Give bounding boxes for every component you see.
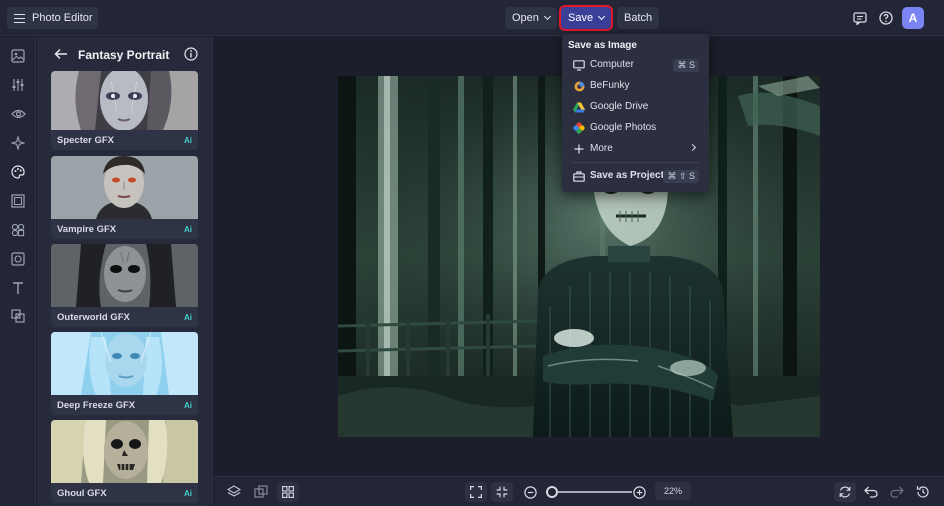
panel-header: Fantasy Portrait — [37, 37, 212, 71]
open-button[interactable]: Open — [505, 7, 557, 29]
fit-screen-button[interactable] — [465, 482, 487, 502]
effect-card-label: Outerworld GFX — [57, 311, 130, 323]
batch-label: Batch — [624, 12, 653, 24]
artsy-palette-icon[interactable] — [9, 163, 27, 181]
save-computer-label: Computer — [590, 59, 634, 70]
effect-thumbnail — [51, 420, 198, 483]
actual-size-button[interactable] — [491, 482, 513, 502]
save-more-label: More — [590, 143, 613, 154]
redo-icon[interactable] — [889, 484, 905, 500]
effect-card-label: Specter GFX — [57, 134, 115, 146]
plus-icon — [573, 143, 585, 155]
graphics-icon[interactable] — [9, 221, 27, 239]
effect-thumbnail — [51, 156, 198, 219]
grid-icon — [282, 486, 294, 498]
zoom-slider-track[interactable] — [548, 491, 632, 493]
effect-card-vampire[interactable]: Vampire GFX Ai — [51, 156, 198, 239]
ai-badge: Ai — [184, 135, 192, 145]
layers-icon[interactable] — [226, 484, 242, 500]
info-icon[interactable] — [184, 47, 198, 61]
overlay-icon[interactable] — [9, 250, 27, 268]
frame-icon[interactable] — [9, 192, 27, 210]
shrink-icon — [496, 486, 508, 498]
google-photos-icon — [573, 122, 585, 134]
ai-badge: Ai — [184, 312, 192, 322]
chevron-down-icon — [543, 12, 551, 21]
ai-badge: Ai — [184, 488, 192, 498]
save-google-drive-item[interactable]: Google Drive — [562, 97, 709, 117]
briefcase-icon — [573, 170, 585, 182]
app-title: Photo Editor — [32, 12, 93, 24]
save-as-project-item[interactable]: Save as Project ⌘ ⇧ S — [562, 166, 709, 186]
menu-divider — [572, 162, 699, 163]
effects-panel: Fantasy Portrait Specter GFX Ai Vampire … — [37, 37, 213, 506]
google-drive-icon — [573, 101, 585, 113]
grid-toggle[interactable] — [277, 482, 299, 502]
hamburger-icon — [14, 13, 25, 23]
refresh-icon — [839, 486, 851, 498]
effect-card-deep-freeze[interactable]: Deep Freeze GFX Ai — [51, 332, 198, 415]
image-icon[interactable] — [9, 47, 27, 65]
effect-thumbnail — [51, 332, 198, 395]
eye-icon[interactable] — [9, 105, 27, 123]
zoom-out-icon[interactable] — [522, 484, 538, 500]
monitor-icon — [573, 59, 585, 71]
befunky-icon — [573, 80, 585, 92]
save-computer-item[interactable]: Computer ⌘ S — [562, 55, 709, 75]
open-label: Open — [512, 12, 539, 24]
effects-sparkle-icon[interactable] — [9, 134, 27, 152]
compare-icon[interactable] — [253, 484, 269, 500]
chevron-down-icon — [598, 12, 606, 21]
save-more-item[interactable]: More — [562, 139, 709, 159]
shortcut-badge: ⌘ S — [673, 59, 699, 72]
fit-screen-icon — [470, 486, 482, 498]
zoom-value[interactable]: 22% — [655, 482, 691, 500]
effect-card-label: Vampire GFX — [57, 223, 117, 235]
help-icon[interactable] — [877, 9, 895, 27]
effect-card-footer: Vampire GFX Ai — [51, 219, 198, 239]
effect-card-outerworld[interactable]: Outerworld GFX Ai — [51, 244, 198, 327]
undo-icon[interactable] — [863, 484, 879, 500]
app-menu-button[interactable]: Photo Editor — [7, 7, 98, 29]
effect-card-label: Deep Freeze GFX — [57, 399, 136, 411]
adjust-sliders-icon[interactable] — [9, 76, 27, 94]
save-google-photos-item[interactable]: Google Photos — [562, 118, 709, 138]
effect-card-ghoul[interactable]: Ghoul GFX Ai — [51, 420, 198, 503]
save-menu-heading: Save as Image — [568, 40, 637, 51]
save-befunky-label: BeFunky — [590, 80, 630, 91]
effect-card-label: Ghoul GFX — [57, 487, 107, 499]
effect-thumbnail — [51, 244, 198, 307]
comments-icon[interactable] — [851, 9, 869, 27]
save-button[interactable]: Save — [558, 5, 614, 31]
top-bar: Photo Editor Open Save Batch A — [0, 0, 944, 36]
layers-blend-icon[interactable] — [9, 307, 27, 325]
effect-card-footer: Ghoul GFX Ai — [51, 483, 198, 503]
batch-button[interactable]: Batch — [617, 7, 660, 29]
reset-button[interactable] — [834, 482, 856, 502]
save-menu: Save as Image Computer ⌘ S BeFunky Googl… — [562, 34, 709, 192]
chevron-right-icon — [688, 143, 697, 152]
text-icon[interactable] — [9, 279, 27, 297]
effect-card-footer: Outerworld GFX Ai — [51, 307, 198, 327]
back-arrow-icon[interactable] — [54, 48, 68, 60]
effect-thumbnail — [51, 71, 198, 130]
save-google-drive-label: Google Drive — [590, 101, 649, 112]
zoom-in-icon[interactable] — [631, 484, 647, 500]
save-label: Save — [568, 12, 594, 24]
save-google-photos-label: Google Photos — [590, 122, 657, 133]
history-icon[interactable] — [915, 484, 931, 500]
save-befunky-item[interactable]: BeFunky — [562, 76, 709, 96]
tool-rail — [0, 37, 36, 506]
effect-card-footer: Specter GFX Ai — [51, 130, 198, 150]
shortcut-badge: ⌘ ⇧ S — [663, 170, 699, 183]
panel-title: Fantasy Portrait — [78, 48, 170, 62]
save-as-project-label: Save as Project — [590, 170, 664, 181]
ai-badge: Ai — [184, 224, 192, 234]
ai-badge: Ai — [184, 400, 192, 410]
avatar[interactable]: A — [902, 7, 924, 29]
effect-card-footer: Deep Freeze GFX Ai — [51, 395, 198, 415]
effect-card-specter[interactable]: Specter GFX Ai — [51, 71, 198, 150]
